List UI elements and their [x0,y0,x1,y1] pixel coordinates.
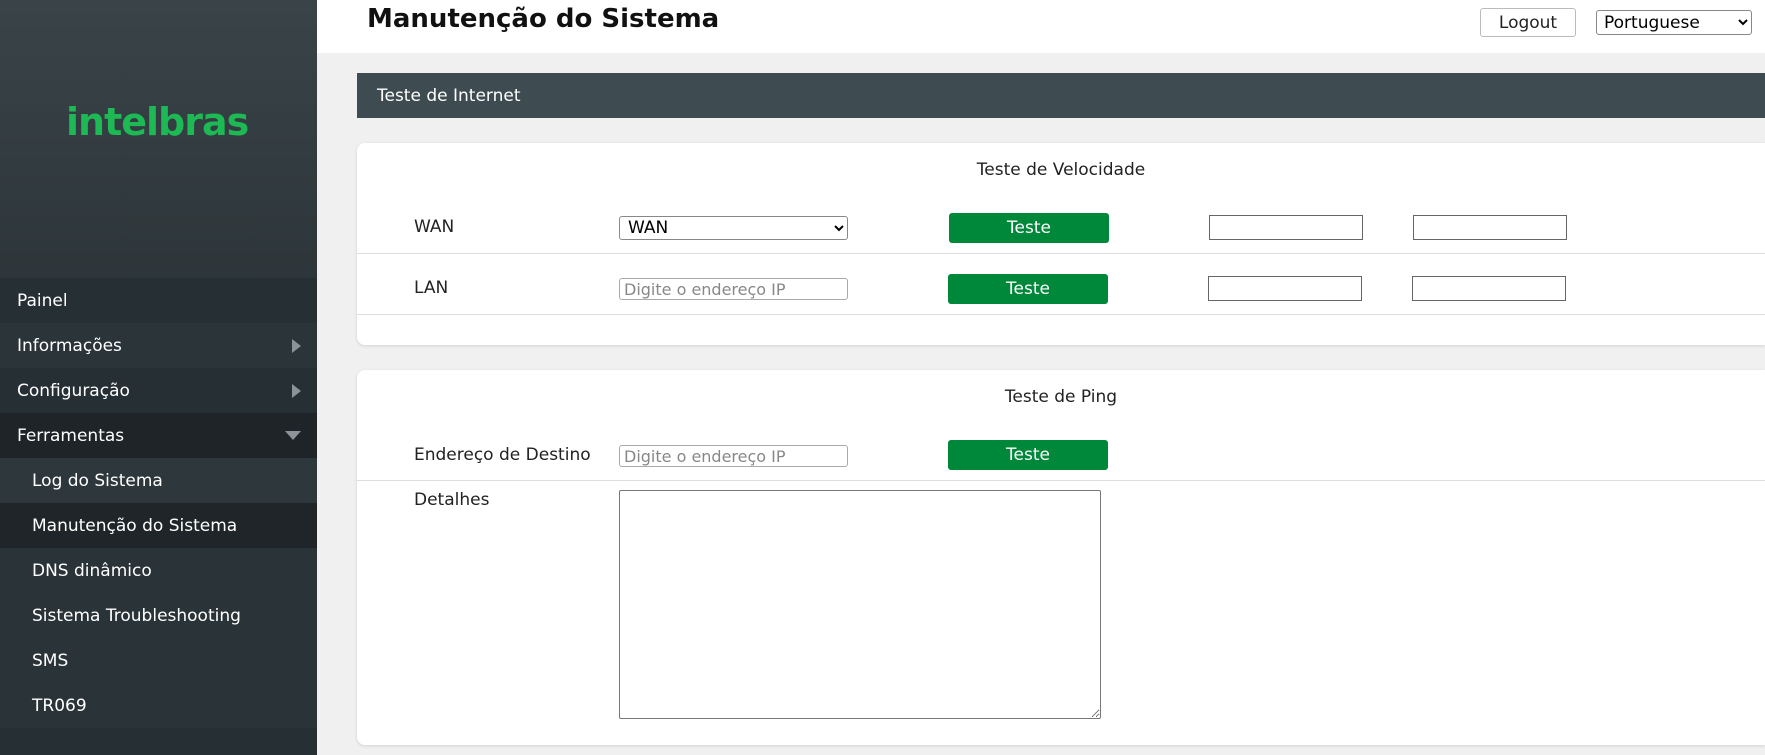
divider [357,480,1765,481]
wan-download-result [1209,215,1363,240]
speed-test-title: Teste de Velocidade [976,160,1146,180]
submenu-item-label: TR069 [32,695,87,716]
submenu-item-sms[interactable]: SMS [0,638,317,683]
submenu-item-label: SMS [32,650,69,671]
sidebar: intelbras Painel Informações Configuraçã… [0,0,317,755]
logo-area: intelbras [0,0,317,278]
section-title: Teste de Internet [377,85,521,106]
submenu-item-label: Sistema Troubleshooting [32,605,241,626]
menu-item-label: Informações [17,335,122,356]
destination-label: Endereço de Destino [414,445,591,465]
language-select[interactable]: Portuguese [1596,10,1752,35]
section-header-teste-de-internet: Teste de Internet [357,73,1765,118]
ping-test-button[interactable]: Teste [948,440,1108,470]
wan-upload-result [1413,215,1567,240]
ping-test-title: Teste de Ping [1004,387,1118,407]
menu-item-label: Painel [17,290,68,311]
intelbras-logo: intelbras [66,100,249,144]
menu-item-label: Ferramentas [17,425,125,446]
lan-upload-result [1412,276,1566,301]
menu-item-ferramentas[interactable]: Ferramentas [0,413,317,458]
chevron-right-icon [292,338,301,353]
wan-test-button[interactable]: Teste [949,213,1109,243]
chevron-down-icon [285,431,301,440]
details-label: Detalhes [414,490,490,510]
main-menu: Painel Informações Configuração Ferramen… [0,278,317,728]
submenu-item-sistema-troubleshooting[interactable]: Sistema Troubleshooting [0,593,317,638]
lan-ip-input[interactable] [619,278,848,300]
ping-details-textarea[interactable] [619,490,1101,719]
page-title: Manutenção do Sistema [367,4,720,34]
chevron-right-icon [292,383,301,398]
lan-label: LAN [414,278,449,298]
menu-item-painel[interactable]: Painel [0,278,317,323]
divider [357,253,1765,254]
logout-button[interactable]: Logout [1480,8,1576,37]
submenu-item-dns-dinamico[interactable]: DNS dinâmico [0,548,317,593]
wan-select[interactable]: WAN [619,216,848,240]
submenu-item-log-do-sistema[interactable]: Log do Sistema [0,458,317,503]
divider [357,314,1765,315]
header: Manutenção do Sistema Logout Portuguese [317,0,1765,53]
lan-test-button[interactable]: Teste [948,274,1108,304]
ping-test-card: Teste de Ping Endereço de Destino Teste … [357,370,1765,745]
submenu-item-manutencao-do-sistema[interactable]: Manutenção do Sistema [0,503,317,548]
wan-label: WAN [414,217,455,237]
lan-download-result [1208,276,1362,301]
submenu-item-label: DNS dinâmico [32,560,152,581]
menu-item-configuracao[interactable]: Configuração [0,368,317,413]
speed-test-card: Teste de Velocidade WAN WAN Teste LAN Te… [357,143,1765,345]
submenu-item-label: Log do Sistema [32,470,163,491]
submenu-item-label: Manutenção do Sistema [32,515,238,536]
menu-item-informacoes[interactable]: Informações [0,323,317,368]
destination-ip-input[interactable] [619,445,848,467]
submenu-item-tr069[interactable]: TR069 [0,683,317,728]
menu-item-label: Configuração [17,380,130,401]
